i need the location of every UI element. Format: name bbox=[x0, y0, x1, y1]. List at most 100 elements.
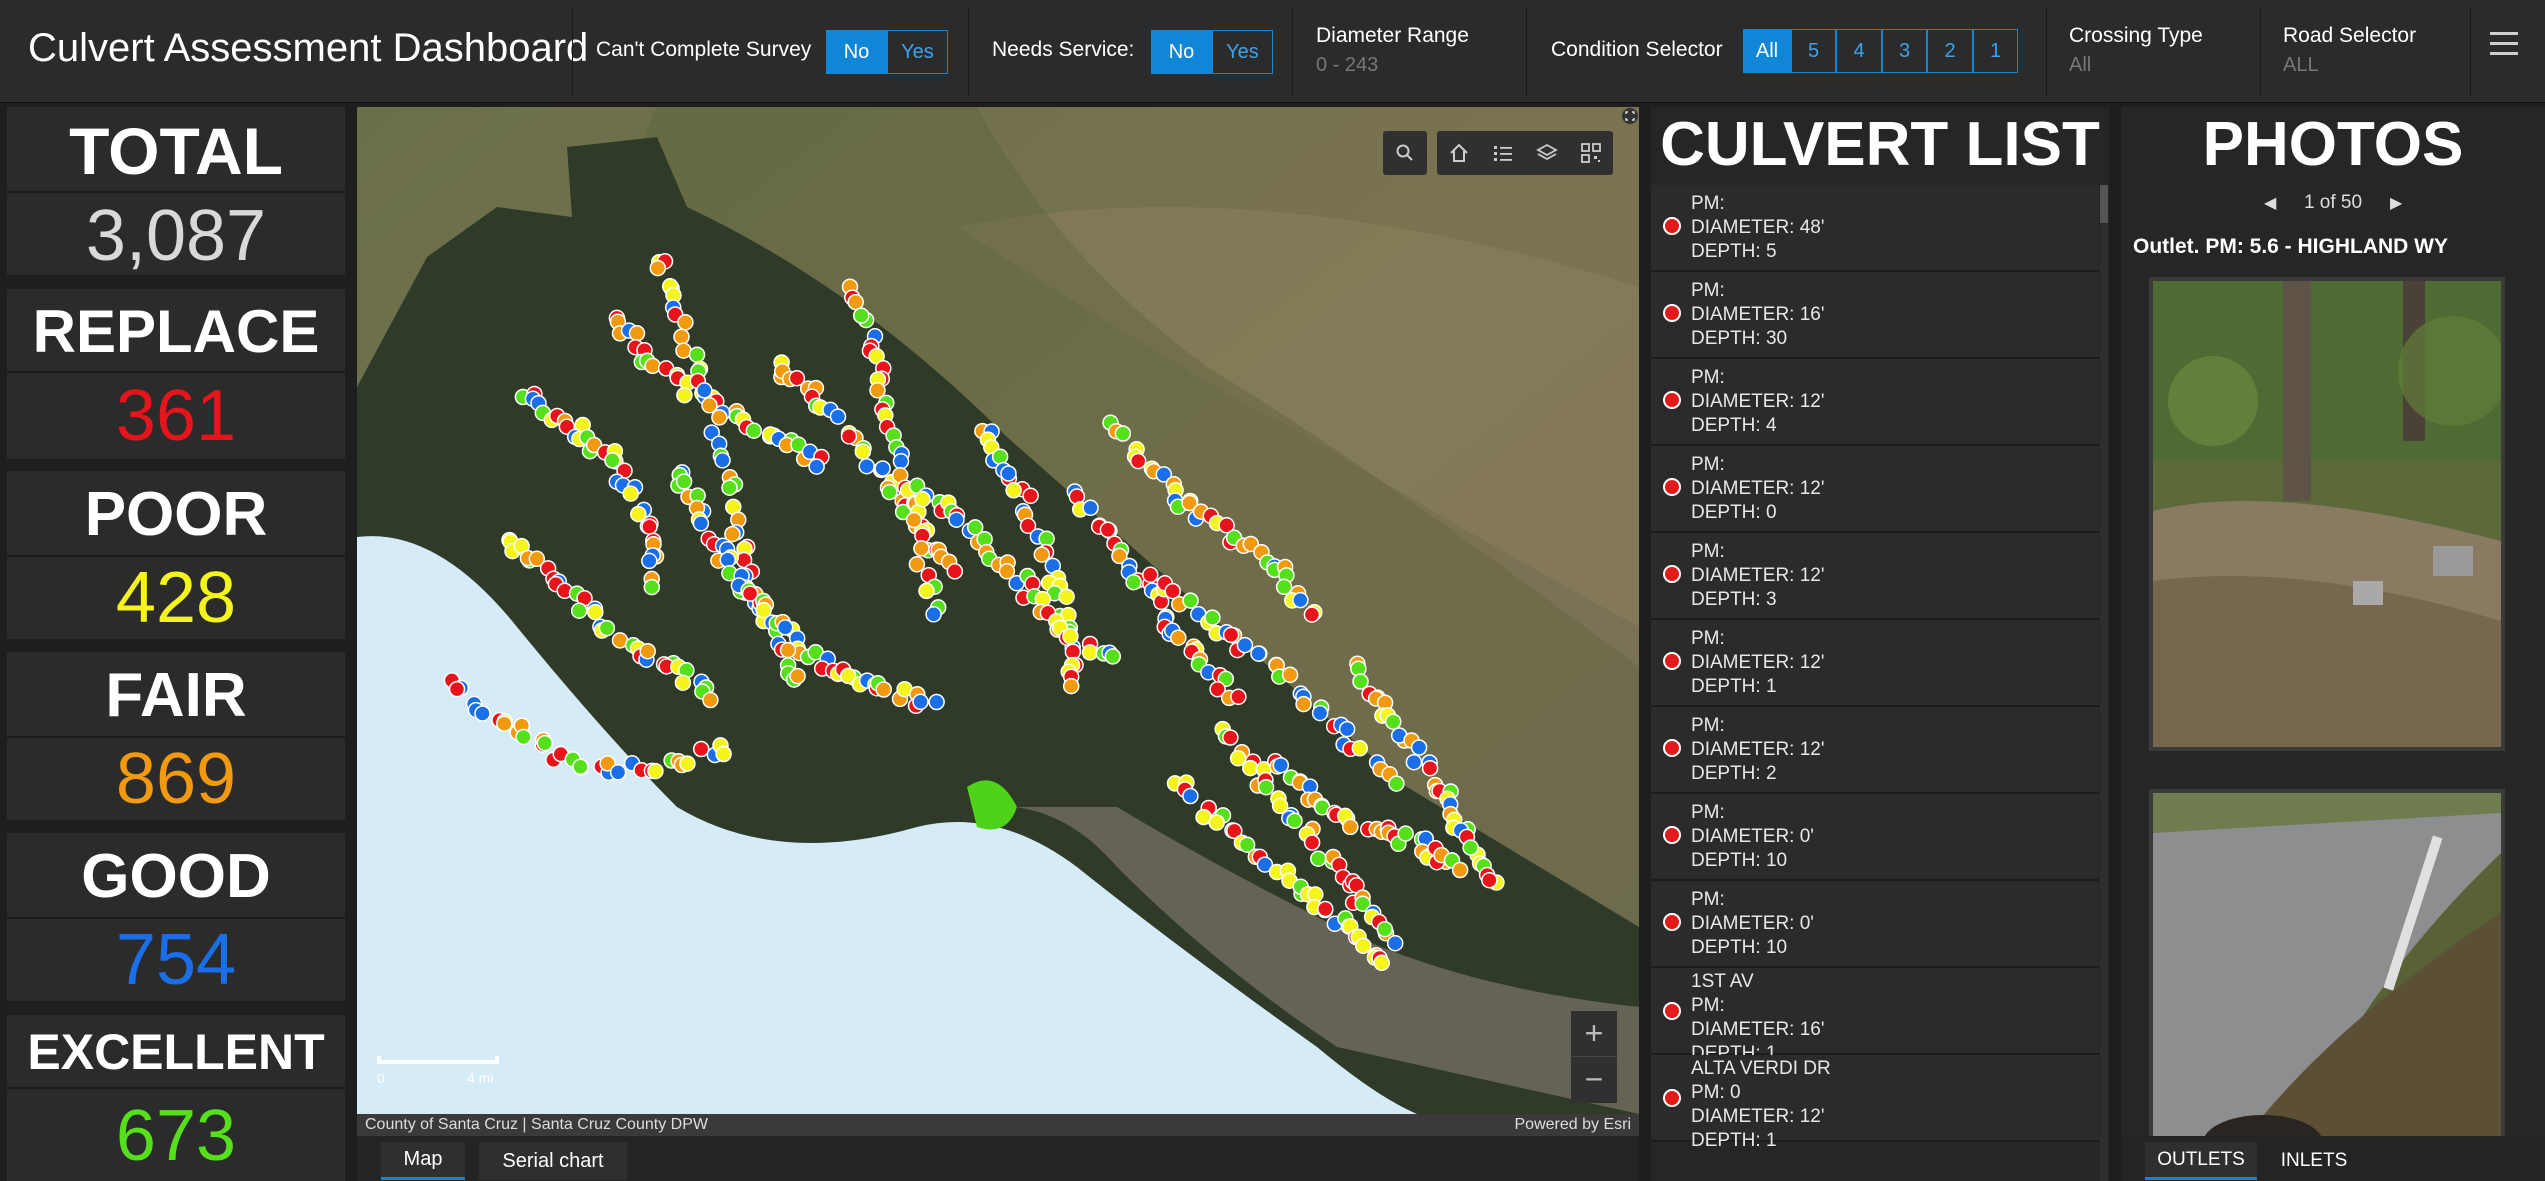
culvert-point[interactable] bbox=[1257, 778, 1275, 796]
culvert-point[interactable] bbox=[1182, 592, 1199, 609]
culvert-point[interactable] bbox=[1062, 677, 1080, 695]
culvert-list-scrollbar[interactable] bbox=[2100, 185, 2108, 1181]
culvert-point[interactable] bbox=[1462, 839, 1479, 856]
culvert-point[interactable] bbox=[719, 551, 736, 568]
home-icon[interactable] bbox=[1437, 131, 1481, 175]
hamburger-menu-icon[interactable] bbox=[2490, 32, 2518, 58]
culvert-point[interactable] bbox=[779, 641, 797, 659]
culvert-point[interactable] bbox=[1373, 954, 1390, 972]
culvert-point[interactable] bbox=[808, 458, 825, 475]
zoom-out-button[interactable]: − bbox=[1571, 1057, 1617, 1103]
culvert-list-item[interactable]: PM: DIAMETER: 12' DEPTH: 2 bbox=[1651, 707, 2099, 794]
culvert-point[interactable] bbox=[1317, 900, 1334, 918]
culvert-point[interactable] bbox=[1222, 626, 1240, 644]
culvert-point[interactable] bbox=[1355, 937, 1372, 955]
culvert-point[interactable] bbox=[1230, 688, 1247, 706]
culvert-point[interactable] bbox=[1311, 704, 1329, 722]
culvert-point[interactable] bbox=[647, 762, 664, 780]
layers-icon[interactable] bbox=[1525, 131, 1569, 175]
culvert-point[interactable] bbox=[604, 452, 621, 469]
culvert-point[interactable] bbox=[649, 259, 667, 277]
diameter-range-filter[interactable]: Diameter Range 0 - 243 bbox=[1292, 8, 1526, 96]
culvert-point[interactable] bbox=[875, 681, 892, 698]
culvert-point[interactable] bbox=[1303, 606, 1321, 623]
culvert-point[interactable] bbox=[688, 346, 706, 363]
culvert-point[interactable] bbox=[448, 680, 466, 698]
expand-icon[interactable] bbox=[1621, 107, 1639, 125]
culvert-point[interactable] bbox=[1397, 825, 1414, 842]
culvert-point[interactable] bbox=[1405, 753, 1423, 771]
condition-2-button[interactable]: 2 bbox=[1927, 29, 1973, 73]
culvert-point[interactable] bbox=[881, 483, 898, 501]
cant-complete-no-button[interactable]: No bbox=[826, 30, 887, 74]
culvert-point[interactable] bbox=[913, 540, 930, 557]
culvert-point[interactable] bbox=[1142, 566, 1159, 584]
culvert-point[interactable] bbox=[1310, 850, 1327, 867]
culvert-list-item[interactable]: 1ST AV PM: DIAMETER: 16' DEPTH: 1 bbox=[1651, 968, 2099, 1064]
culvert-point[interactable] bbox=[1338, 720, 1356, 738]
culvert-point[interactable] bbox=[1222, 729, 1239, 746]
zoom-in-button[interactable]: + bbox=[1571, 1011, 1617, 1057]
culvert-list-item[interactable]: ALTA VERDI DR PM: 0 DIAMETER: 12' DEPTH: 1 bbox=[1651, 1055, 2099, 1151]
culvert-point[interactable] bbox=[701, 397, 718, 414]
culvert-point[interactable] bbox=[1388, 775, 1405, 792]
culvert-point[interactable] bbox=[679, 755, 696, 772]
culvert-list-item[interactable]: PM: DIAMETER: 12' DEPTH: 3 bbox=[1651, 533, 2099, 620]
culvert-point[interactable] bbox=[905, 511, 923, 529]
culvert-point[interactable] bbox=[1104, 648, 1122, 665]
culvert-point[interactable] bbox=[1208, 814, 1225, 831]
culvert-point[interactable] bbox=[1386, 934, 1404, 952]
condition-3-button[interactable]: 3 bbox=[1882, 29, 1927, 73]
culvert-point[interactable] bbox=[515, 728, 532, 746]
needs-service-yes-button[interactable]: Yes bbox=[1212, 30, 1273, 74]
culvert-point[interactable] bbox=[598, 619, 616, 637]
culvert-point[interactable] bbox=[912, 693, 929, 711]
outlet-photo[interactable] bbox=[2149, 277, 2505, 751]
culvert-point[interactable] bbox=[496, 715, 513, 732]
culvert-point[interactable] bbox=[755, 601, 772, 619]
culvert-point[interactable] bbox=[1114, 425, 1132, 442]
culvert-point[interactable] bbox=[1000, 465, 1017, 482]
condition-all-button[interactable]: All bbox=[1743, 29, 1791, 73]
culvert-point[interactable] bbox=[1242, 759, 1259, 777]
condition-1-button[interactable]: 1 bbox=[1973, 29, 2018, 73]
culvert-list-item[interactable]: PM: DIAMETER: 48' DEPTH: 5 bbox=[1651, 185, 2099, 272]
culvert-point[interactable] bbox=[874, 460, 891, 477]
cant-complete-yes-button[interactable]: Yes bbox=[887, 30, 948, 74]
search-tool[interactable] bbox=[1383, 131, 1427, 175]
culvert-point[interactable] bbox=[918, 582, 935, 600]
culvert-point[interactable] bbox=[1170, 629, 1187, 646]
culvert-point[interactable] bbox=[847, 293, 864, 311]
culvert-point[interactable] bbox=[948, 511, 965, 528]
culvert-point[interactable] bbox=[852, 307, 870, 324]
culvert-point[interactable] bbox=[641, 518, 658, 535]
culvert-point[interactable] bbox=[1250, 645, 1267, 662]
basemap-imagery[interactable]: 0 4 mi bbox=[357, 107, 1639, 1114]
culvert-point[interactable] bbox=[829, 408, 847, 425]
culvert-point[interactable] bbox=[1081, 644, 1099, 661]
culvert-list-item[interactable]: PM: DIAMETER: 16' DEPTH: 30 bbox=[1651, 272, 2099, 359]
culvert-point[interactable] bbox=[587, 603, 604, 621]
culvert-point[interactable] bbox=[622, 485, 639, 502]
culvert-point[interactable] bbox=[1062, 628, 1079, 645]
culvert-point[interactable] bbox=[1295, 695, 1312, 713]
culvert-point[interactable] bbox=[1303, 834, 1321, 851]
culvert-point[interactable] bbox=[696, 382, 713, 399]
culvert-point[interactable] bbox=[628, 325, 646, 342]
culvert-point[interactable] bbox=[572, 758, 589, 776]
culvert-point[interactable] bbox=[991, 448, 1009, 465]
crossing-type-filter[interactable]: Crossing Type All bbox=[2046, 8, 2260, 96]
culvert-point[interactable] bbox=[1182, 787, 1199, 805]
condition-5-button[interactable]: 5 bbox=[1791, 29, 1836, 73]
culvert-point[interactable] bbox=[925, 606, 942, 623]
culvert-point[interactable] bbox=[914, 490, 931, 508]
culvert-point[interactable] bbox=[1451, 861, 1469, 879]
qr-code-icon[interactable] bbox=[1569, 131, 1613, 175]
culvert-point[interactable] bbox=[570, 602, 588, 619]
culvert-point[interactable] bbox=[1125, 573, 1142, 591]
culvert-point[interactable] bbox=[1481, 871, 1498, 889]
culvert-point[interactable] bbox=[1286, 812, 1303, 830]
culvert-point[interactable] bbox=[1342, 818, 1359, 836]
culvert-point[interactable] bbox=[1351, 740, 1369, 757]
culvert-point[interactable] bbox=[858, 457, 875, 475]
